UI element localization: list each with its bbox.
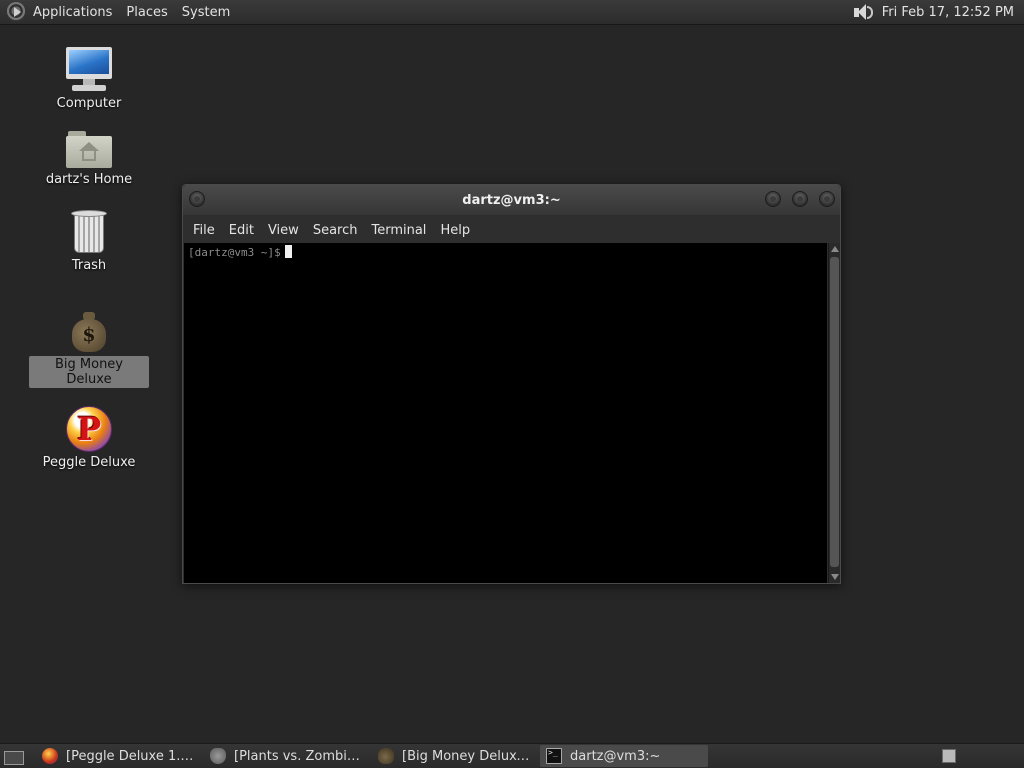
desktop-icon-label: Peggle Deluxe xyxy=(42,455,136,470)
workspace-switcher[interactable] xyxy=(942,749,956,763)
zombie-icon xyxy=(210,748,226,764)
home-folder-icon xyxy=(66,129,112,169)
menu-file[interactable]: File xyxy=(186,223,222,238)
close-button[interactable] xyxy=(819,191,835,207)
trash-icon xyxy=(69,209,109,255)
money-bag-icon xyxy=(378,748,394,764)
minimize-button[interactable] xyxy=(765,191,781,207)
menu-edit[interactable]: Edit xyxy=(222,223,261,238)
terminal-window[interactable]: dartz@vm3:~ File Edit View Search Termin… xyxy=(182,184,841,584)
menu-help[interactable]: Help xyxy=(433,223,477,238)
taskbar-item-terminal[interactable]: dartz@vm3:~ xyxy=(540,745,708,767)
top-panel-tray: Fri Feb 17, 12:52 PM xyxy=(850,0,1024,25)
terminal-menubar: File Edit View Search Terminal Help xyxy=(183,217,840,243)
vertical-scrollbar[interactable] xyxy=(828,243,840,583)
desktop-icon-label: dartz's Home xyxy=(45,172,133,187)
menu-view[interactable]: View xyxy=(261,223,306,238)
menu-terminal[interactable]: Terminal xyxy=(364,223,433,238)
bottom-panel: [Peggle Deluxe 1.01] [Plants vs. Zombies… xyxy=(0,743,1024,768)
window-title: dartz@vm3:~ xyxy=(462,192,561,208)
window-menu-button[interactable] xyxy=(189,191,205,207)
computer-icon xyxy=(64,45,114,93)
show-desktop-icon[interactable] xyxy=(2,747,24,765)
desktop-icon-peggle[interactable]: P Peggle Deluxe xyxy=(29,406,149,471)
menu-applications[interactable]: Applications xyxy=(33,5,119,20)
taskbar-item-label: [Peggle Deluxe 1.01] xyxy=(66,748,198,764)
scroll-down-arrow-icon[interactable] xyxy=(831,574,839,580)
window-titlebar[interactable]: dartz@vm3:~ xyxy=(183,185,840,215)
peggle-icon xyxy=(42,748,58,764)
shell-prompt: [dartz@vm3 ~]$ xyxy=(188,246,281,259)
desktop-icon-big-money[interactable]: $ Big Money Deluxe xyxy=(29,310,149,388)
taskbar-item-big-money[interactable]: [Big Money Deluxe 1... xyxy=(372,745,540,767)
menu-system[interactable]: System xyxy=(175,5,237,20)
desktop-icon-trash[interactable]: Trash xyxy=(29,209,149,274)
scroll-up-arrow-icon[interactable] xyxy=(831,246,839,252)
clock[interactable]: Fri Feb 17, 12:52 PM xyxy=(882,5,1020,20)
text-cursor xyxy=(284,245,292,258)
scrollbar-thumb[interactable] xyxy=(830,257,839,567)
menu-search[interactable]: Search xyxy=(306,223,365,238)
peggle-icon: P xyxy=(66,406,112,452)
desktop-icon-home[interactable]: dartz's Home xyxy=(29,129,149,188)
maximize-button[interactable] xyxy=(792,191,808,207)
terminal-output[interactable]: [dartz@vm3 ~]$ xyxy=(184,243,827,583)
taskbar-item-plants-vs-zombies[interactable]: [Plants vs. Zombies] xyxy=(204,745,372,767)
desktop-icon-label: Computer xyxy=(56,96,122,111)
desktop-icon-computer[interactable]: Computer xyxy=(29,45,149,112)
desktop-icon-label: Trash xyxy=(71,258,107,273)
menu-places[interactable]: Places xyxy=(119,5,174,20)
volume-icon[interactable] xyxy=(850,0,876,25)
money-bag-icon: $ xyxy=(69,310,109,354)
taskbar-item-label: [Plants vs. Zombies] xyxy=(234,748,366,764)
terminal-icon xyxy=(546,748,562,764)
taskbar-item-label: dartz@vm3:~ xyxy=(570,748,661,764)
taskbar-item-label: [Big Money Deluxe 1... xyxy=(402,748,534,764)
top-panel: Applications Places System Fri Feb 17, 1… xyxy=(0,0,1024,25)
distro-logo-icon[interactable] xyxy=(6,2,26,22)
taskbar-item-peggle[interactable]: [Peggle Deluxe 1.01] xyxy=(36,745,204,767)
desktop-icon-label: Big Money Deluxe xyxy=(29,356,149,388)
